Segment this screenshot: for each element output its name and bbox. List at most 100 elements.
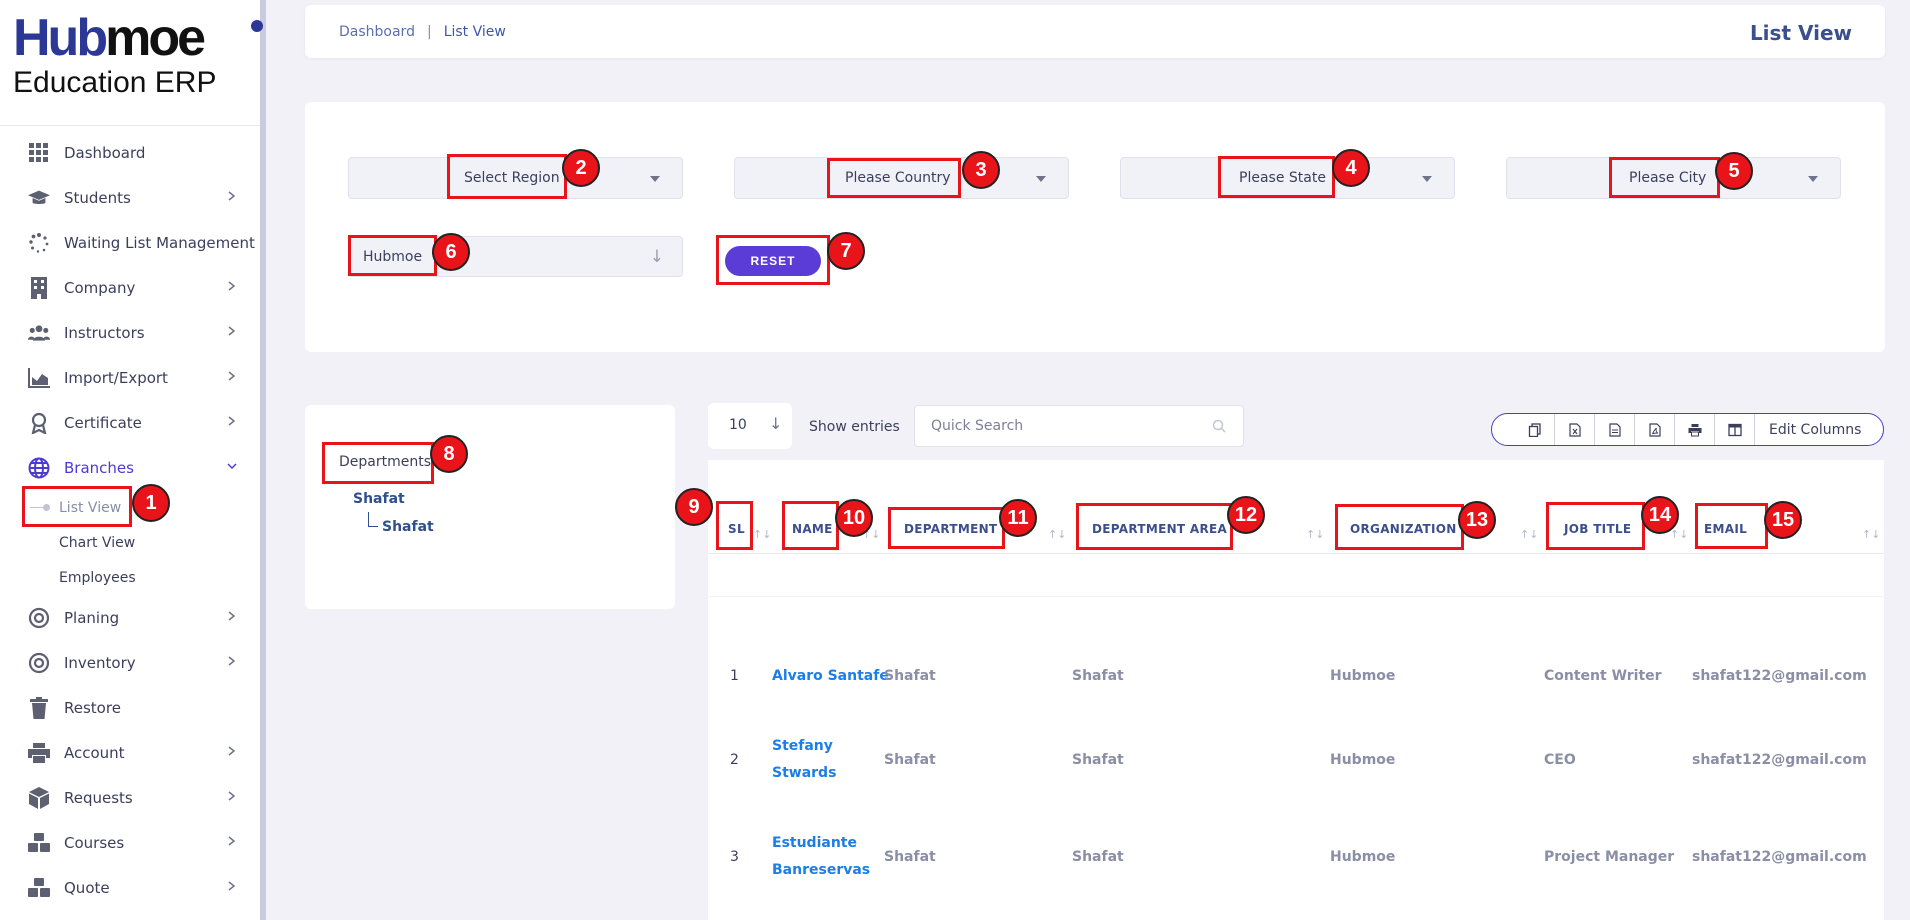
caret-down-icon: [1036, 176, 1046, 182]
breadcrumb-current: List View: [443, 24, 506, 40]
excel-export-button[interactable]: [1555, 414, 1595, 445]
column-visibility-button[interactable]: [1715, 414, 1755, 445]
sidebar-item-instructors[interactable]: Instructors: [0, 310, 260, 355]
annotation-box: [716, 235, 830, 285]
sidebar-item-students[interactable]: Students: [0, 175, 260, 220]
edit-columns-button[interactable]: Edit Columns: [1755, 422, 1861, 438]
sidebar-item-inventory[interactable]: Inventory: [0, 640, 260, 685]
columns-icon: [1727, 423, 1742, 436]
sort-icon[interactable]: ↑↓: [1306, 528, 1324, 541]
sidebar-item-dashboard[interactable]: Dashboard: [0, 130, 260, 175]
annotation-box: [348, 235, 437, 276]
globe-icon: [28, 457, 50, 479]
sort-icon[interactable]: ↑↓: [1670, 528, 1688, 541]
sidebar-subitem-chart-view[interactable]: Chart View: [0, 525, 260, 560]
print-button[interactable]: [1675, 414, 1715, 445]
copy-button[interactable]: [1515, 414, 1555, 445]
sidebar-item-planing[interactable]: Planing: [0, 595, 260, 640]
sidebar-item-quote[interactable]: Quote: [0, 865, 260, 910]
annotation-box: [1609, 157, 1720, 198]
sidebar-item-label: Planing: [64, 608, 120, 627]
sidebar-item-label: Restore: [64, 698, 121, 717]
cell-name-link-line2[interactable]: Stwards: [772, 760, 836, 787]
cell-organization: Hubmoe: [1330, 668, 1396, 684]
sidebar: Hubmoe Education ERP Dashboard Students …: [0, 0, 266, 920]
annotation-box: [716, 501, 753, 550]
table-tools-group: Edit Columns: [1491, 413, 1884, 446]
cell-sl: 1: [730, 668, 739, 684]
sort-icon[interactable]: ↑↓: [1862, 528, 1880, 541]
logo-subtitle: Education ERP: [13, 66, 217, 99]
cell-department-area: Shafat: [1072, 849, 1124, 865]
cell-department: Shafat: [884, 752, 936, 768]
sidebar-item-label: Quote: [64, 878, 110, 897]
table-spacer-divider: [708, 596, 1884, 597]
pdf-export-button[interactable]: [1635, 414, 1675, 445]
cell-job-title: CEO: [1544, 752, 1576, 768]
sidebar-item-label: Company: [64, 278, 136, 297]
chevron-right-icon: [228, 881, 236, 891]
sort-icon[interactable]: ↑↓: [753, 528, 771, 541]
page-header: Dashboard | List View List View: [305, 5, 1885, 58]
annotation-box: [447, 154, 567, 199]
sidebar-item-label: Instructors: [64, 323, 145, 342]
department-tree-root[interactable]: Shafat: [353, 491, 405, 507]
annotation-box: [1546, 502, 1645, 550]
breadcrumb-dashboard-link[interactable]: Dashboard: [339, 24, 415, 40]
chevron-right-icon: [228, 416, 236, 426]
sidebar-item-waiting-list[interactable]: Waiting List Management: [0, 220, 260, 265]
cell-name-link[interactable]: Estudiante: [772, 830, 857, 857]
department-tree-child[interactable]: Shafat: [382, 519, 434, 535]
annotation-box: [1076, 503, 1233, 550]
chevron-right-icon: [228, 281, 236, 291]
sidebar-item-restore[interactable]: Restore: [0, 685, 260, 730]
sidebar-item-company[interactable]: Company: [0, 265, 260, 310]
sidebar-item-import-export[interactable]: Import/Export: [0, 355, 260, 400]
cell-job-title: Project Manager: [1544, 849, 1675, 865]
caret-down-icon: [1422, 176, 1432, 182]
spinner-icon: [28, 232, 50, 254]
sidebar-item-label: Students: [64, 188, 131, 207]
annotation-badge: 15: [1764, 501, 1802, 539]
quick-search-input[interactable]: [914, 405, 1244, 447]
printer-icon: [28, 742, 50, 764]
annotation-badge: 14: [1641, 496, 1679, 534]
sidebar-divider: [0, 125, 260, 126]
cell-name-link[interactable]: Alvaro Santafe: [772, 663, 889, 690]
cell-name-link-line2[interactable]: Banreservas: [772, 857, 870, 884]
sidebar-subitem-employees[interactable]: Employees: [0, 560, 260, 595]
table-header-divider: [708, 553, 1884, 554]
sidebar-item-courses[interactable]: Courses: [0, 820, 260, 865]
sort-icon[interactable]: ↑↓: [1520, 528, 1538, 541]
annotation-box: [322, 442, 434, 484]
building-icon: [28, 276, 50, 299]
target-icon: [28, 652, 50, 674]
breadcrumb-separator: |: [426, 24, 432, 40]
box-icon: [28, 786, 50, 809]
departments-panel: Departments Shafat Shafat: [305, 405, 675, 609]
file-excel-icon: [1568, 422, 1581, 437]
graduation-cap-icon: [28, 187, 50, 209]
cell-name-link[interactable]: Stefany: [772, 733, 833, 760]
annotation-box: [782, 501, 839, 550]
sidebar-item-label: Certificate: [64, 413, 142, 432]
copy-icon: [1528, 422, 1541, 437]
annotation-box: [1695, 503, 1768, 549]
sidebar-item-certificate[interactable]: Certificate: [0, 400, 260, 445]
annotation-badge: 4: [1332, 149, 1370, 187]
logo-text-part2: moe: [105, 9, 206, 67]
boxes-icon: [28, 832, 50, 854]
sidebar-item-account[interactable]: Account: [0, 730, 260, 775]
csv-export-button[interactable]: [1595, 414, 1635, 445]
sidebar-item-requests[interactable]: Requests: [0, 775, 260, 820]
sidebar-subitem-label: Chart View: [59, 534, 136, 551]
sidebar-item-label: Account: [64, 743, 125, 762]
cell-department-area: Shafat: [1072, 752, 1124, 768]
cell-sl: 2: [730, 752, 739, 768]
page-length-select[interactable]: 10 ↓: [708, 403, 792, 449]
chevron-right-icon: [228, 326, 236, 336]
sidebar-item-branches[interactable]: Branches: [0, 445, 260, 490]
cell-department-area: Shafat: [1072, 668, 1124, 684]
award-icon: [28, 412, 50, 434]
sort-icon[interactable]: ↑↓: [1048, 528, 1066, 541]
